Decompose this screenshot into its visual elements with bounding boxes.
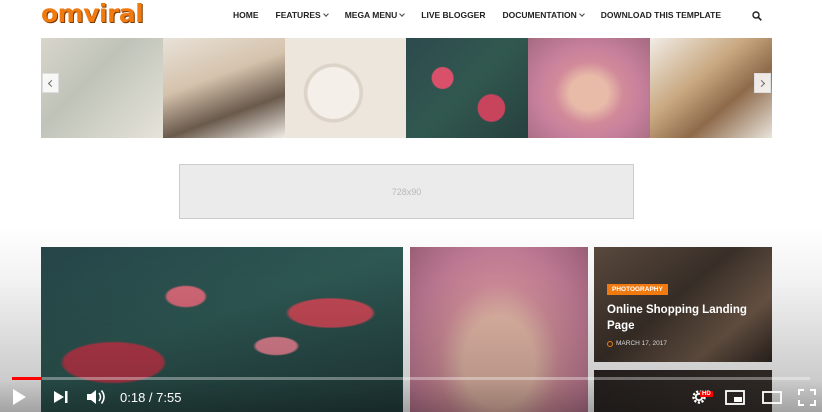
carousel-slide[interactable] <box>528 38 651 138</box>
ad-size-label: 728x90 <box>391 186 422 197</box>
chevron-right-icon <box>757 79 766 87</box>
theater-mode-icon[interactable] <box>762 391 782 404</box>
carousel-slide[interactable] <box>162 38 285 138</box>
search-icon[interactable] <box>752 11 762 21</box>
post-title[interactable]: Online Shopping Landing Page <box>607 302 767 334</box>
time-display: 0:18 / 7:55 <box>120 390 182 405</box>
post-date: MARCH 17, 2017 <box>607 340 667 347</box>
carousel-prev-button[interactable] <box>42 73 59 93</box>
nav-label: DOCUMENTATION <box>502 10 577 20</box>
volume-icon[interactable] <box>87 389 107 405</box>
play-icon[interactable] <box>13 389 26 405</box>
fullscreen-icon[interactable] <box>798 389 816 406</box>
carousel-slide[interactable] <box>41 38 163 138</box>
nav-label: HOME <box>233 10 259 20</box>
video-frame: omviral HOME FEATURES MEGA MENU LIVE BLO… <box>0 0 822 412</box>
carousel-slide[interactable] <box>284 38 407 138</box>
chevron-left-icon <box>47 79 56 87</box>
nav-item-features[interactable]: FEATURES <box>275 10 329 20</box>
nav-item-live-blogger[interactable]: LIVE BLOGGER <box>421 10 485 20</box>
chevron-down-icon <box>578 10 585 17</box>
nav-label: MEGA MENU <box>344 10 398 20</box>
nav-label: FEATURES <box>275 10 321 20</box>
nav-item-home[interactable]: HOME <box>233 10 259 20</box>
chevron-down-icon <box>399 10 406 17</box>
miniplayer-icon[interactable] <box>725 390 745 405</box>
nav-item-download[interactable]: DOWNLOAD THIS TEMPLATE <box>601 10 721 20</box>
site-header: omviral HOME FEATURES MEGA MENU LIVE BLO… <box>0 0 822 38</box>
hd-badge: HD <box>700 391 713 397</box>
site-logo[interactable]: omviral <box>41 0 144 28</box>
nav-label: DOWNLOAD THIS TEMPLATE <box>600 10 722 20</box>
nav-label: LIVE BLOGGER <box>421 10 486 20</box>
carousel-next-button[interactable] <box>754 73 771 93</box>
category-badge[interactable]: PHOTOGRAPHY <box>607 284 668 295</box>
next-icon[interactable] <box>54 391 68 403</box>
player-controls: 0:18 / 7:55 <box>0 380 822 412</box>
main-nav: HOME FEATURES MEGA MENU LIVE BLOGGER DOC… <box>233 10 738 20</box>
clock-icon <box>607 340 613 347</box>
ad-placeholder: 728x90 <box>179 164 634 219</box>
image-carousel <box>41 38 772 138</box>
carousel-slide[interactable] <box>406 38 529 138</box>
post-date-text: MARCH 17, 2017 <box>616 340 667 347</box>
nav-item-documentation[interactable]: DOCUMENTATION <box>502 10 585 20</box>
nav-item-mega-menu[interactable]: MEGA MENU <box>344 10 406 20</box>
chevron-down-icon <box>322 10 329 17</box>
